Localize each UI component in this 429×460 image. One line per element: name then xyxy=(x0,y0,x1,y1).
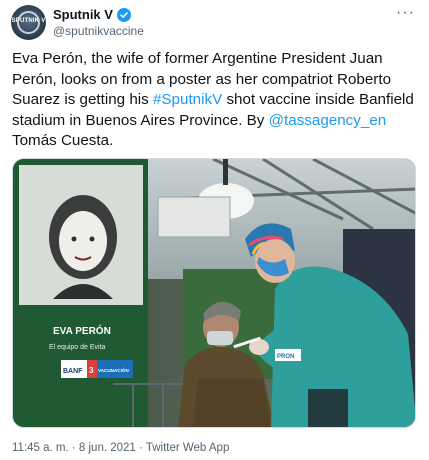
avatar[interactable]: SPUTNIK V xyxy=(11,5,46,40)
author-display-name[interactable]: Sputnik V xyxy=(53,7,113,22)
avatar-text: SPUTNIK V xyxy=(11,18,46,24)
photo-scene: EVA PERÓN El equipo de Evita BANF 3 VACU… xyxy=(13,159,415,427)
sign-left-text: BANF xyxy=(63,368,83,375)
poster-subtitle: El equipo de Evita xyxy=(49,344,106,351)
tweet-card: SPUTNIK V Sputnik V @sputnikvaccine ··· … xyxy=(0,0,429,460)
tweet-photo[interactable]: EVA PERÓN El equipo de Evita BANF 3 VACU… xyxy=(12,158,416,428)
author-name-row: Sputnik V xyxy=(53,7,131,22)
tweet-text-part: Tomás Cuesta. xyxy=(12,132,114,149)
verified-badge-icon xyxy=(116,7,131,22)
sign-number: 3 xyxy=(89,366,94,375)
small-sign-text: PRON xyxy=(277,354,294,360)
hashtag-link[interactable]: #SputnikV xyxy=(153,91,222,108)
author-handle[interactable]: @sputnikvaccine xyxy=(53,24,144,38)
tweet-timestamp[interactable]: 11:45 a. m. · 8 jun. 2021 · Twitter Web … xyxy=(12,442,229,454)
mention-link[interactable]: @tassagency_en xyxy=(269,112,387,129)
more-options-icon[interactable]: ··· xyxy=(396,5,415,21)
sign-right-text: VACUNACIÓN xyxy=(98,366,129,373)
poster-name: EVA PERÓN xyxy=(53,324,111,337)
tweet-text: Eva Perón, the wife of former Argentine … xyxy=(12,49,422,152)
